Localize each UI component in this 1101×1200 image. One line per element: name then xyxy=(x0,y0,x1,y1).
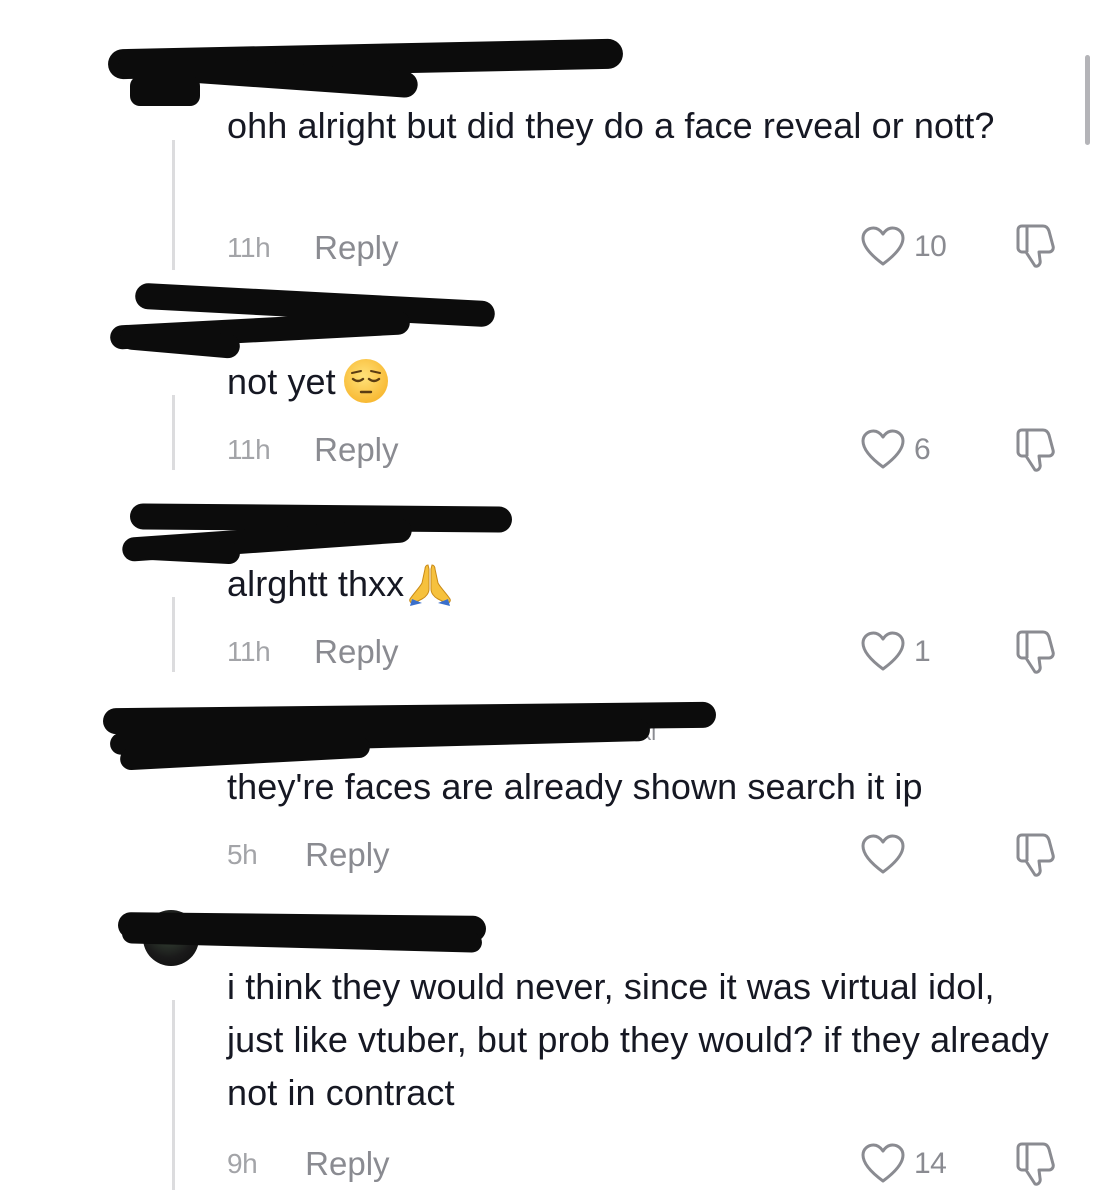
dislike-button[interactable] xyxy=(1013,628,1059,676)
like-button[interactable]: 1 xyxy=(860,627,931,677)
thread-line xyxy=(172,1000,175,1190)
like-count: 10 xyxy=(914,230,947,263)
thumbs-down-icon xyxy=(1013,222,1059,270)
dislike-button[interactable] xyxy=(1013,1140,1059,1188)
thread-line xyxy=(172,140,175,270)
thumbs-down-icon xyxy=(1013,426,1059,474)
heart-outline-icon xyxy=(860,225,906,269)
comment-time: 11h xyxy=(227,434,271,465)
reply-button[interactable]: Reply xyxy=(314,633,398,671)
comment-time: 11h xyxy=(227,636,271,667)
like-button[interactable] xyxy=(860,830,914,880)
reply-button[interactable]: Reply xyxy=(305,836,389,874)
heart-outline-icon xyxy=(860,1142,906,1186)
dislike-button[interactable] xyxy=(1013,426,1059,474)
comment-text-content: alrghtt thxx xyxy=(227,563,405,604)
comment-meta: 11h Reply xyxy=(227,226,399,270)
comment-meta: 5h Reply xyxy=(227,833,390,877)
reply-button[interactable]: Reply xyxy=(314,229,398,267)
like-button[interactable]: 14 xyxy=(860,1139,947,1189)
like-count: 6 xyxy=(914,433,931,466)
comment-text-content: not yet xyxy=(227,361,336,402)
folded-hands-emoji xyxy=(406,559,454,607)
heart-outline-icon xyxy=(860,428,906,472)
thread-line xyxy=(172,597,175,672)
pensive-face-emoji xyxy=(342,357,390,405)
dislike-button[interactable] xyxy=(1013,831,1059,879)
comments-screen: ohh alright but did they do a face revea… xyxy=(0,0,1101,1200)
comment-text: not yet xyxy=(227,355,1057,408)
comment-meta: 9h Reply xyxy=(227,1142,390,1186)
thread-line xyxy=(172,395,175,470)
redacted-avatar xyxy=(130,76,200,106)
comment-meta: 11h Reply xyxy=(227,630,399,674)
comment-text: they're faces are already shown search i… xyxy=(227,766,923,807)
like-button[interactable]: 10 xyxy=(860,222,947,272)
like-button[interactable]: 6 xyxy=(860,425,931,475)
heart-outline-icon xyxy=(860,630,906,674)
thumbs-down-icon xyxy=(1013,1140,1059,1188)
comment-text: alrghtt thxx xyxy=(227,557,1057,610)
heart-outline-icon xyxy=(860,833,906,877)
thumbs-down-icon xyxy=(1013,628,1059,676)
comment-text: ohh alright but did they do a face revea… xyxy=(227,105,995,146)
comment-meta: 11h Reply xyxy=(227,428,399,472)
comment-time: 11h xyxy=(227,232,271,263)
redacted-avatar xyxy=(139,537,241,565)
comment-text: i think they would never, since it was v… xyxy=(227,966,1049,1113)
reply-button[interactable]: Reply xyxy=(314,431,398,469)
comment-time: 5h xyxy=(227,839,258,870)
thumbs-down-icon xyxy=(1013,831,1059,879)
scrollbar[interactable] xyxy=(1085,55,1090,145)
like-count: 14 xyxy=(914,1147,947,1180)
comment-time: 9h xyxy=(227,1148,258,1179)
reply-button[interactable]: Reply xyxy=(305,1145,389,1183)
like-count: 1 xyxy=(914,635,931,668)
dislike-button[interactable] xyxy=(1013,222,1059,270)
